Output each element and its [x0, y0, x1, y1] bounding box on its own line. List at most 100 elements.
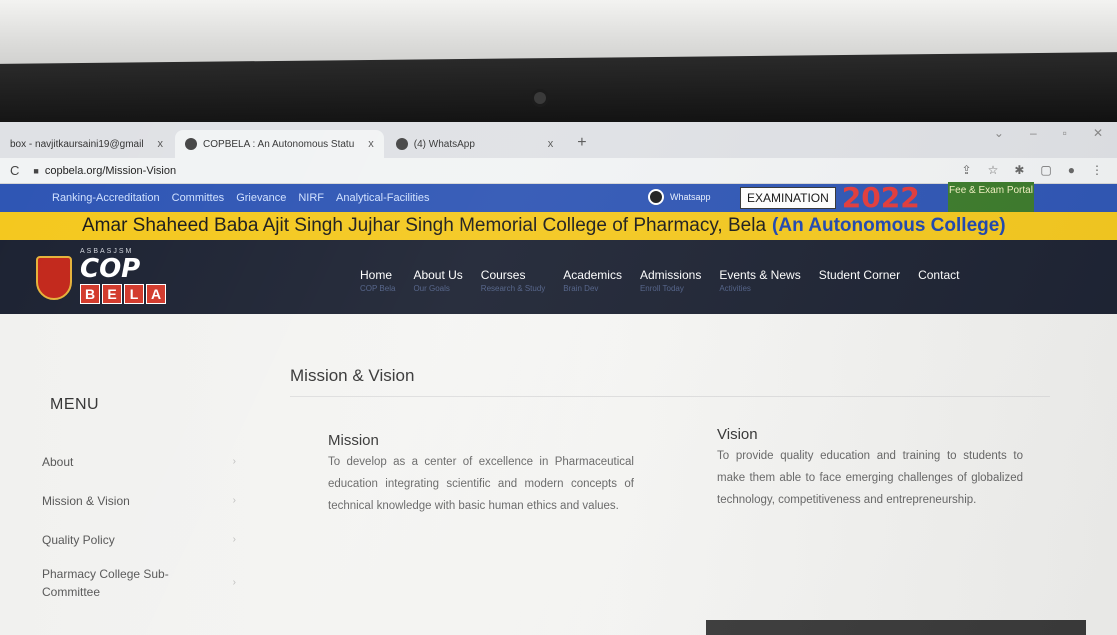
sidebar-menu: About › Mission & Vision › Quality Polic…	[34, 442, 244, 607]
vision-text: To provide quality education and trainin…	[717, 450, 1023, 506]
whatsapp-icon	[648, 189, 664, 205]
examination-year: 2022	[841, 181, 920, 214]
nav-about-us[interactable]: About Us Our Goals	[413, 268, 462, 293]
sidebar-item-label: Pharmacy College Sub-Committee	[42, 567, 169, 599]
nav-label: Admissions	[639, 268, 702, 282]
browser-window: box - navjitkaursaini19@gmail x COPBELA …	[0, 122, 1117, 635]
nav-label: Home	[360, 268, 393, 282]
title-divider	[290, 396, 1050, 397]
sidebar-item-quality-policy[interactable]: Quality Policy ›	[34, 520, 244, 559]
nav-academics[interactable]: Academics Brain Dev	[563, 268, 622, 293]
nav-student-corner[interactable]: Student Corner	[819, 268, 900, 293]
chevron-right-icon: ›	[232, 534, 236, 545]
college-banner: Amar Shaheed Baba Ajit Singh Jujhar Sing…	[0, 212, 1117, 240]
nav-sublabel: Enroll Today	[639, 284, 684, 293]
top-links: Ranking-Accreditation Committes Grievanc…	[0, 192, 430, 204]
chevron-right-icon: ›	[232, 577, 236, 588]
nav-sublabel: Brain Dev	[563, 284, 599, 293]
sidebar-item-about[interactable]: About ›	[34, 442, 244, 481]
new-tab-button[interactable]: +	[569, 134, 594, 158]
tab-label: (4) WhatsApp	[413, 138, 475, 150]
tab-whatsapp[interactable]: (4) WhatsApp x	[386, 130, 564, 158]
nav-home[interactable]: Home COP Bela	[360, 268, 395, 293]
nav-sublabel: Research & Study	[480, 284, 546, 293]
toolbar-icons: ⇪ ☆ ✱ ▢ ● ⋮	[962, 163, 1103, 177]
logo-letter: E	[102, 284, 122, 304]
share-icon[interactable]: ⇪	[962, 163, 972, 177]
chevron-right-icon: ›	[232, 495, 236, 506]
profile-icon[interactable]: ●	[1068, 163, 1075, 177]
copbela-logo[interactable]: ASBASJSM COP B E L A	[36, 248, 166, 306]
sidebar-item-sub-committee[interactable]: Pharmacy College Sub-Committee ›	[34, 559, 244, 607]
extensions-icon[interactable]: ✱	[1014, 163, 1024, 177]
close-window-icon[interactable]: ✕	[1093, 126, 1103, 140]
sidebar-item-label: Mission & Vision	[42, 493, 130, 508]
college-autonomous: (An Autonomous College)	[772, 215, 1006, 236]
link-analytical[interactable]: Analytical-Facilities	[336, 192, 430, 204]
chevron-right-icon: ›	[232, 456, 236, 467]
tab-label: box - navjitkaursaini19@gmail	[10, 138, 144, 150]
maximize-icon[interactable]: ▫	[1063, 126, 1067, 140]
sidebar-item-label: About	[42, 454, 74, 469]
sidebar-item-mission-vision[interactable]: Mission & Vision ›	[34, 481, 244, 520]
nav-label: Courses	[480, 268, 526, 282]
college-name: Amar Shaheed Baba Ajit Singh Jujhar Sing…	[82, 215, 767, 236]
whatsapp-tab-icon	[395, 138, 408, 150]
nav-sublabel: COP Bela	[360, 284, 396, 293]
logo-bela: B E L A	[80, 284, 166, 304]
whatsapp-label: Whatsapp	[670, 192, 711, 202]
mission-text: To develop as a center of excellence in …	[328, 456, 634, 512]
minimize-icon[interactable]: –	[1030, 126, 1037, 140]
chevron-down-icon[interactable]: ⌄	[994, 126, 1004, 140]
window-controls: ⌄ – ▫ ✕	[994, 126, 1103, 140]
close-tab-icon[interactable]: x	[158, 138, 164, 150]
link-committes[interactable]: Committes	[172, 192, 225, 204]
link-ranking[interactable]: Ranking-Accreditation	[52, 192, 160, 204]
sidebar-item-label: Quality Policy	[42, 532, 115, 547]
footer-image-edge	[706, 620, 1086, 635]
link-grievance[interactable]: Grievance	[236, 192, 286, 204]
close-tab-icon[interactable]: x	[368, 138, 374, 150]
mission-block: Mission To develop as a center of excell…	[328, 432, 634, 517]
nav-events-news[interactable]: Events & News Activities	[719, 268, 800, 293]
star-icon[interactable]: ☆	[988, 163, 999, 177]
logo-letter: L	[124, 284, 144, 304]
nav-sublabel: Activities	[719, 284, 751, 293]
whatsapp-link[interactable]: Whatsapp	[648, 189, 711, 205]
tab-strip: box - navjitkaursaini19@gmail x COPBELA …	[0, 122, 1117, 158]
tab-label: COPBELA : An Autonomous Statu	[203, 138, 355, 150]
tab-gmail[interactable]: box - navjitkaursaini19@gmail x	[0, 130, 173, 158]
nav-sublabel: Our Goals	[413, 284, 450, 293]
nav-courses[interactable]: Courses Research & Study	[481, 268, 545, 293]
vision-heading: Vision	[717, 426, 758, 443]
link-nirf[interactable]: NIRF	[298, 192, 324, 204]
tab-copbela[interactable]: COPBELA : An Autonomous Statu x	[175, 130, 384, 158]
logo-letter: A	[146, 284, 166, 304]
lock-icon[interactable]: ■	[33, 166, 38, 176]
vision-block: Vision To provide quality education and …	[717, 426, 1023, 511]
nav-items: Home COP Bela About Us Our Goals Courses…	[360, 268, 977, 293]
address-bar: C ■ copbela.org/Mission-Vision ⇪ ☆ ✱ ▢ ●…	[0, 158, 1117, 184]
sidebar-title: MENU	[50, 396, 100, 413]
logo-cop: COP	[80, 254, 141, 284]
nav-label: Academics	[563, 268, 622, 282]
examination-banner[interactable]: EXAMINATION 2022	[740, 181, 920, 214]
nav-label: Student Corner	[818, 268, 901, 282]
globe-icon	[185, 138, 198, 150]
examination-label: EXAMINATION	[740, 187, 836, 209]
fee-exam-portal-button[interactable]: Fee & Exam Portal	[948, 182, 1034, 212]
main-nav: ASBASJSM COP B E L A Home COP Bela About…	[0, 240, 1117, 314]
close-tab-icon[interactable]: x	[548, 138, 554, 150]
nav-admissions[interactable]: Admissions Enroll Today	[640, 268, 701, 293]
sidepanel-icon[interactable]: ▢	[1040, 163, 1051, 177]
menu-dots-icon[interactable]: ⋮	[1091, 163, 1103, 177]
reload-icon[interactable]: C	[10, 163, 19, 178]
url-field[interactable]: copbela.org/Mission-Vision	[45, 165, 176, 177]
nav-label: About Us	[413, 268, 463, 282]
page-title: Mission & Vision	[290, 366, 415, 385]
nav-label: Events & News	[719, 268, 801, 282]
mission-heading: Mission	[328, 432, 379, 449]
nav-contact[interactable]: Contact	[918, 268, 959, 293]
page-content: MENU About › Mission & Vision › Quality …	[0, 314, 1117, 635]
top-links-bar: Ranking-Accreditation Committes Grievanc…	[0, 181, 1117, 214]
